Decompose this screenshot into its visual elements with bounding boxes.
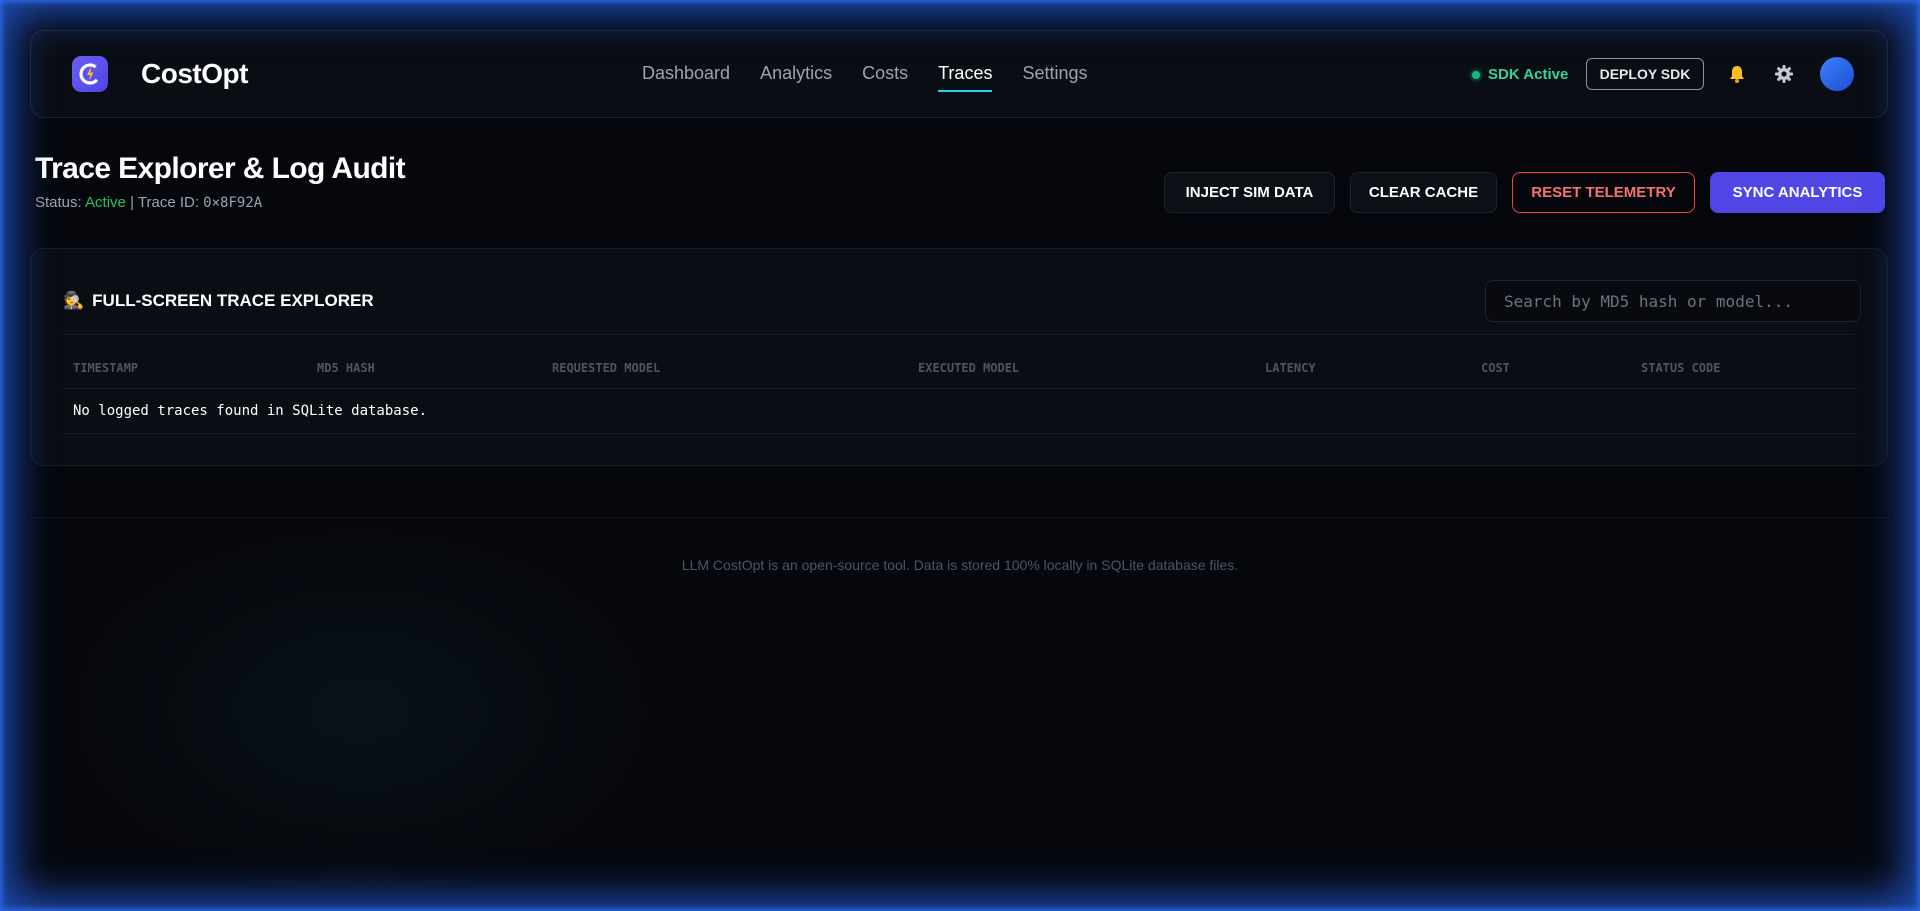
deploy-sdk-button[interactable]: DEPLOY SDK xyxy=(1586,58,1704,90)
avatar[interactable] xyxy=(1820,57,1854,91)
nav-traces[interactable]: Traces xyxy=(938,63,993,92)
sdk-status: SDK Active xyxy=(1472,66,1568,83)
column-header-executed-model[interactable]: EXECUTED MODEL xyxy=(908,361,1255,389)
empty-message: No logged traces found in SQLite databas… xyxy=(63,388,1857,434)
nav-settings[interactable]: Settings xyxy=(1022,63,1087,92)
status-value: Active xyxy=(85,194,126,211)
top-navbar: CostOpt Dashboard Analytics Costs Traces… xyxy=(30,30,1888,118)
column-header-requested-model[interactable]: REQUESTED MODEL xyxy=(542,361,908,389)
sync-analytics-button[interactable]: SYNC ANALYTICS xyxy=(1710,172,1885,213)
column-header-latency[interactable]: LATENCY xyxy=(1255,361,1471,389)
column-header-md5-hash[interactable]: MD5 HASH xyxy=(307,361,542,389)
panel-title: FULL-SCREEN TRACE EXPLORER xyxy=(92,291,374,310)
brand-name[interactable]: CostOpt xyxy=(141,58,248,90)
panel-header: 🕵 FULL-SCREEN TRACE EXPLORER xyxy=(63,291,374,311)
trace-table: TIMESTAMP MD5 HASH REQUESTED MODEL EXECU… xyxy=(63,361,1857,434)
nav-analytics[interactable]: Analytics xyxy=(760,63,832,92)
background-glow xyxy=(60,520,660,900)
gear-icon[interactable] xyxy=(1771,61,1797,87)
nav-costs[interactable]: Costs xyxy=(862,63,908,92)
reset-telemetry-button[interactable]: RESET TELEMETRY xyxy=(1512,172,1695,213)
clear-cache-button[interactable]: CLEAR CACHE xyxy=(1350,172,1497,213)
footer-divider xyxy=(30,517,1890,518)
sdk-status-label: SDK Active xyxy=(1488,66,1569,83)
bell-icon[interactable] xyxy=(1724,61,1750,87)
search-input[interactable] xyxy=(1485,280,1861,322)
status-label: Status: xyxy=(35,194,82,211)
main-nav: Dashboard Analytics Costs Traces Setting… xyxy=(642,63,1088,92)
column-header-cost[interactable]: COST xyxy=(1471,361,1631,389)
nav-dashboard[interactable]: Dashboard xyxy=(642,63,730,92)
status-line: Status: Active | Trace ID: 0×8F92A xyxy=(35,194,262,211)
footer-text: LLM CostOpt is an open-source tool. Data… xyxy=(681,557,1239,573)
column-header-status-code[interactable]: STATUS CODE xyxy=(1631,361,1857,389)
detective-icon: 🕵 xyxy=(63,291,85,310)
trace-id-value: 0×8F92A xyxy=(203,195,263,211)
divider xyxy=(63,334,1855,335)
table-header-row: TIMESTAMP MD5 HASH REQUESTED MODEL EXECU… xyxy=(63,361,1857,389)
inject-sim-data-button[interactable]: INJECT SIM DATA xyxy=(1164,172,1335,213)
page-title: Trace Explorer & Log Audit xyxy=(35,152,406,185)
trace-id-label: | Trace ID: xyxy=(130,194,199,211)
status-dot-icon xyxy=(1472,70,1480,79)
trace-explorer-panel: 🕵 FULL-SCREEN TRACE EXPLORER TIMESTAMP M… xyxy=(30,248,1888,466)
logo-icon[interactable] xyxy=(72,56,108,92)
column-header-timestamp[interactable]: TIMESTAMP xyxy=(63,361,307,389)
empty-row: No logged traces found in SQLite databas… xyxy=(63,388,1857,434)
